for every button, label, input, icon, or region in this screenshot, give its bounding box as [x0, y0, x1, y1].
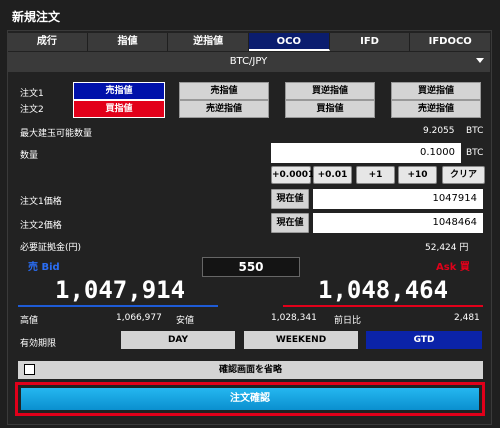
qty-unit: BTC — [466, 148, 484, 158]
high-value: 1,066,977 — [116, 313, 162, 323]
chevron-down-icon — [476, 58, 484, 63]
price1-input[interactable]: 1047914 — [313, 189, 483, 209]
margin-label: 必要証拠金(円) — [20, 243, 82, 253]
max-qty-value: 9.2055 — [423, 126, 455, 136]
max-qty-unit: BTC — [466, 126, 484, 136]
margin-value: 52,424 円 — [425, 243, 469, 253]
combo-option-1[interactable]: 売指値 売逆指値 — [179, 82, 269, 118]
buy-limit-option: 買指値 — [73, 100, 165, 118]
change-label: 前日比 — [334, 316, 362, 326]
combo-option-3-top: 買逆指値 — [391, 82, 481, 100]
pair-selector[interactable]: BTC/JPY — [7, 52, 490, 72]
price2-current-button[interactable]: 現在値 — [271, 213, 309, 233]
validity-label: 有効期限 — [20, 339, 57, 349]
selected-combo[interactable]: 売指値 買指値 — [73, 82, 165, 118]
bid-underline — [18, 305, 218, 307]
skip-confirm-bar[interactable]: 確認画面を省略 — [18, 361, 483, 379]
low-value: 1,028,341 — [271, 313, 317, 323]
clear-button[interactable]: クリア — [442, 166, 485, 184]
qty-input[interactable]: 0.1000 — [271, 143, 461, 163]
tab-oco[interactable]: OCO — [249, 33, 330, 51]
skip-confirm-checkbox[interactable] — [24, 364, 35, 375]
price2-label: 注文2価格 — [20, 221, 62, 231]
order-type-tabs: 成行 指値 逆指値 OCO IFD IFDOCO — [7, 33, 491, 51]
tab-limit[interactable]: 指値 — [87, 33, 169, 51]
step-001-button[interactable]: +0.01 — [313, 166, 352, 184]
validity-weekend-button[interactable]: WEEKEND — [244, 331, 358, 349]
ask-label: Ask 買 — [436, 262, 470, 273]
tab-ifd[interactable]: IFD — [329, 33, 411, 51]
combo-option-3-bottom: 売逆指値 — [391, 100, 481, 118]
validity-gtd-button[interactable]: GTD — [366, 331, 482, 349]
change-value: 2,481 — [454, 313, 480, 323]
order1-label: 注文1 — [20, 89, 44, 99]
step-1-button[interactable]: +1 — [356, 166, 395, 184]
price1-current-button[interactable]: 現在値 — [271, 189, 309, 209]
order2-label: 注文2 — [20, 105, 44, 115]
validity-day-button[interactable]: DAY — [121, 331, 235, 349]
ask-underline — [283, 305, 483, 307]
ask-price[interactable]: 1,048,464 — [318, 276, 448, 304]
sell-limit-option: 売指値 — [73, 82, 165, 100]
order-confirm-button[interactable]: 注文確認 — [21, 388, 479, 410]
high-label: 高値 — [20, 316, 39, 326]
tab-stop[interactable]: 逆指値 — [168, 33, 250, 51]
tab-ifdoco[interactable]: IFDOCO — [410, 33, 491, 51]
low-label: 安値 — [176, 316, 195, 326]
step-0001-button[interactable]: +0.0001 — [271, 166, 314, 184]
step-10-button[interactable]: +10 — [398, 166, 437, 184]
combo-option-2-bottom: 買指値 — [285, 100, 375, 118]
combo-option-2-top: 買逆指値 — [285, 82, 375, 100]
qty-label: 数量 — [20, 151, 39, 161]
max-qty-label: 最大建玉可能数量 — [20, 129, 93, 139]
skip-confirm-label: 確認画面を省略 — [218, 365, 282, 375]
combo-option-1-bottom: 売逆指値 — [179, 100, 269, 118]
bid-price[interactable]: 1,047,914 — [55, 276, 185, 304]
combo-option-2[interactable]: 買逆指値 買指値 — [285, 82, 375, 118]
combo-option-3[interactable]: 買逆指値 売逆指値 — [391, 82, 481, 118]
spread-display: 550 — [202, 257, 300, 277]
pair-label: BTC/JPY — [229, 56, 268, 67]
window-title: 新規注文 — [12, 10, 61, 24]
combo-option-1-top: 売指値 — [179, 82, 269, 100]
confirm-highlight: 注文確認 — [15, 382, 485, 416]
tab-market[interactable]: 成行 — [7, 33, 88, 51]
bid-label: 売 Bid — [28, 262, 60, 273]
price2-input[interactable]: 1048464 — [313, 213, 483, 233]
price1-label: 注文1価格 — [20, 197, 62, 207]
